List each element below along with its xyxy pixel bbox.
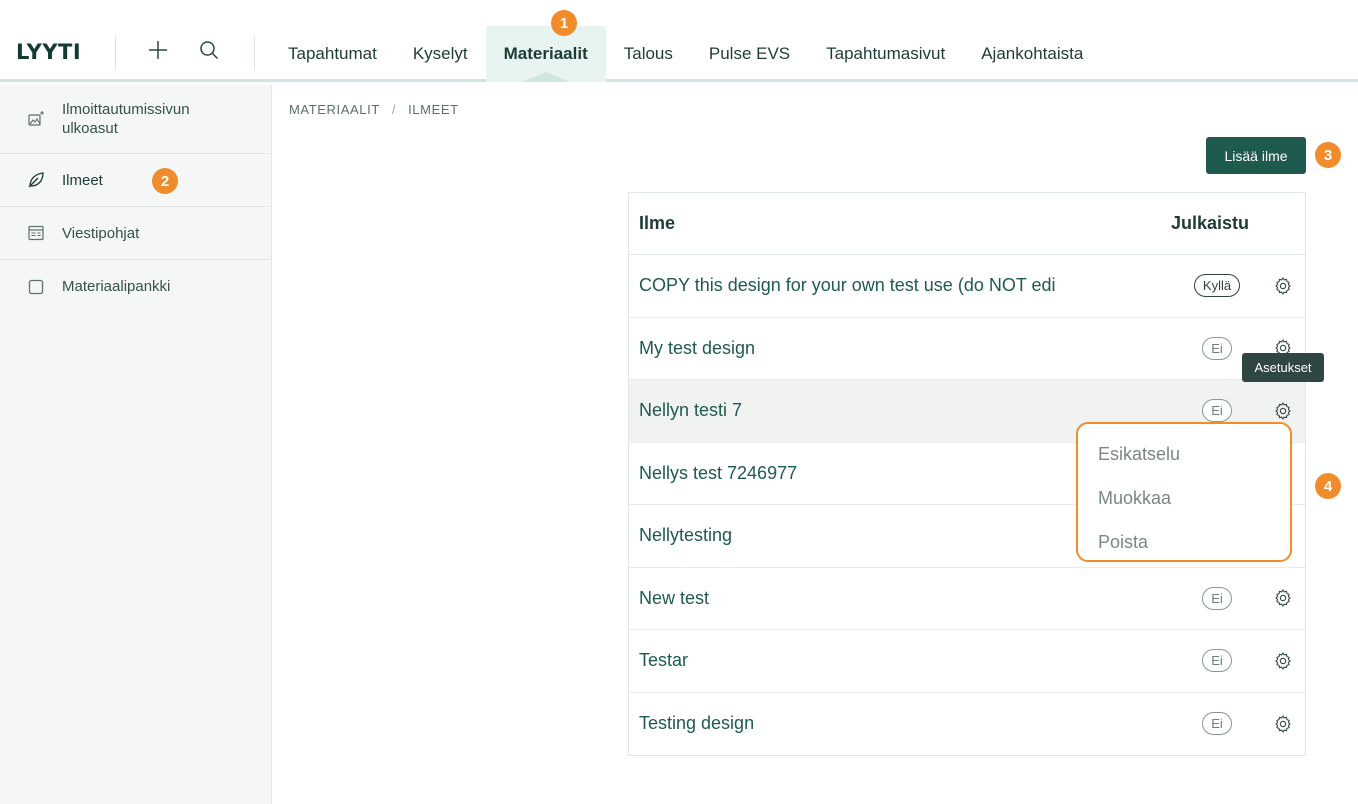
tab-talous[interactable]: Talous [606, 26, 691, 82]
tab-tapahtumat[interactable]: Tapahtumat [270, 26, 395, 82]
breadcrumb-ilmeet: ILMEET [408, 102, 459, 117]
table-header: Ilme Julkaistu [629, 193, 1305, 255]
callout-badge-4: 4 [1315, 473, 1341, 499]
image-sparkle-icon [26, 109, 46, 129]
column-header-ilme[interactable]: Ilme [639, 213, 1171, 234]
divider [115, 36, 116, 70]
table-row: Testing design Ei [629, 693, 1305, 756]
tab-kyselyt[interactable]: Kyselyt [395, 26, 486, 82]
sidebar-item-materiaalipankki[interactable]: Materiaalipankki [0, 260, 271, 313]
breadcrumb-separator: / [391, 102, 397, 117]
design-actions-menu: Esikatselu Muokkaa Poista [1076, 422, 1292, 562]
sidebar: Ilmoittautumissivun ulkoasut Ilmeet 2 Vi… [0, 85, 272, 804]
column-header-julkaistu[interactable]: Julkaistu [1171, 213, 1305, 234]
divider [254, 36, 255, 70]
callout-badge-3: 3 [1315, 142, 1341, 168]
table-row: Testar Ei [629, 630, 1305, 693]
published-badge: Kyllä [1191, 274, 1243, 298]
sidebar-item-label: Viestipohjat [62, 224, 140, 242]
table-row: COPY this design for your own test use (… [629, 255, 1305, 318]
tab-materiaalit[interactable]: Materiaalit [485, 26, 606, 82]
design-name-link[interactable]: COPY this design for your own test use (… [639, 275, 1191, 296]
sidebar-item-label: Materiaalipankki [62, 278, 171, 295]
gear-icon[interactable] [1271, 586, 1295, 610]
top-bar: LYYTI Tapahtumat Kyselyt Materiaalit Tal… [0, 0, 1358, 82]
tab-ajankohtaista[interactable]: Ajankohtaista [963, 26, 1101, 82]
published-badge: Ei [1191, 712, 1243, 736]
design-name-link[interactable]: Testar [639, 650, 1191, 671]
sidebar-item-ilmeet[interactable]: Ilmeet 2 [0, 154, 271, 207]
menu-item-poista[interactable]: Poista [1078, 520, 1290, 564]
main-nav: Tapahtumat Kyselyt Materiaalit Talous Pu… [270, 26, 1101, 82]
tab-tapahtumasivut[interactable]: Tapahtumasivut [808, 26, 963, 82]
sidebar-item-viestipohjat[interactable]: Viestipohjat [0, 207, 271, 260]
search-icon[interactable] [197, 38, 221, 62]
sidebar-item-ilmoittautumissivun-ulkoasut[interactable]: Ilmoittautumissivun ulkoasut [0, 85, 271, 154]
callout-badge-2: 2 [152, 168, 178, 194]
table-row: New test Ei [629, 568, 1305, 630]
sidebar-item-label: Ilmeet [62, 171, 103, 189]
breadcrumb: MATERIAALIT / ILMEET [289, 102, 459, 117]
leaf-icon [26, 170, 46, 190]
published-badge: Ei [1191, 586, 1243, 610]
square-icon [26, 277, 46, 297]
published-badge: Ei [1191, 336, 1243, 360]
published-badge: Ei [1191, 649, 1243, 673]
design-name-link[interactable]: New test [639, 588, 1191, 609]
design-name-link[interactable]: Nellyn testi 7 [639, 400, 1191, 421]
gear-icon[interactable] [1271, 399, 1295, 423]
table-row: My test design Ei [629, 318, 1305, 380]
menu-item-esikatselu[interactable]: Esikatselu [1078, 432, 1290, 476]
design-name-link[interactable]: Testing design [639, 713, 1191, 734]
add-design-button[interactable]: Lisää ilme [1206, 137, 1306, 174]
template-icon [26, 223, 46, 243]
breadcrumb-materiaalit[interactable]: MATERIAALIT [289, 102, 380, 117]
settings-tooltip: Asetukset [1242, 353, 1324, 382]
design-name-link[interactable]: My test design [639, 338, 1191, 359]
lyyti-logo[interactable]: LYYTI [16, 40, 81, 64]
callout-badge-1: 1 [551, 10, 577, 36]
gear-icon[interactable] [1271, 712, 1295, 736]
tab-pulse-evs[interactable]: Pulse EVS [691, 26, 808, 82]
gear-icon[interactable] [1271, 274, 1295, 298]
published-badge: Ei [1191, 399, 1243, 423]
plus-icon[interactable] [146, 38, 170, 62]
sidebar-item-label: Ilmoittautumissivun ulkoasut [62, 101, 190, 137]
menu-item-muokkaa[interactable]: Muokkaa [1078, 476, 1290, 520]
gear-icon[interactable] [1271, 649, 1295, 673]
